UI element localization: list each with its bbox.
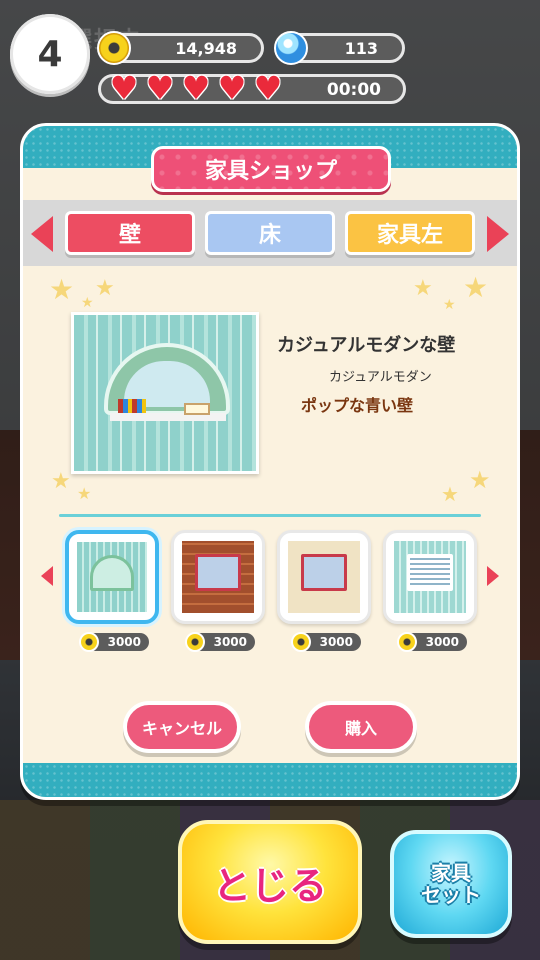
- list-next-arrow-icon[interactable]: [487, 566, 499, 586]
- thumbnail-image: [394, 541, 466, 613]
- item-price: 3000: [397, 632, 467, 652]
- player-level-badge: 4: [10, 14, 90, 94]
- heart-icon: ♥: [217, 69, 247, 107]
- divider: [59, 514, 481, 517]
- window-icon: [406, 553, 454, 592]
- star-icon: ★: [441, 482, 459, 506]
- thumbnail-image: [288, 541, 360, 613]
- furniture-set-label-line1: 家具: [431, 861, 471, 885]
- star-icon: ★: [413, 276, 433, 301]
- star-icon: ★: [463, 271, 489, 304]
- item-price: 3000: [79, 632, 149, 652]
- item-thumbnail-casual-modern-wall[interactable]: [65, 530, 159, 624]
- furniture-set-button[interactable]: 家具 セット: [390, 830, 512, 938]
- heart-icon: ♥: [109, 69, 139, 107]
- star-icon: ★: [77, 484, 92, 503]
- tab-furniture-left[interactable]: 家具左: [345, 211, 475, 255]
- window-icon: [300, 553, 348, 592]
- heart-icon: ♥: [181, 69, 211, 107]
- coin-icon: [291, 632, 311, 652]
- cancel-button[interactable]: キャンセル: [123, 701, 241, 753]
- coin-counter: 14,948: [97, 31, 264, 65]
- tab-next-arrow-icon[interactable]: [487, 216, 509, 252]
- star-icon: ★: [469, 466, 491, 494]
- star-icon: ★: [95, 276, 115, 301]
- furniture-set-label-line2: セット: [421, 883, 481, 907]
- thumbnail-image: [77, 542, 147, 612]
- coin-amount: 14,948: [175, 38, 237, 58]
- star-icon: ★: [49, 273, 75, 306]
- gem-icon: [274, 31, 308, 65]
- tab-wall[interactable]: 壁: [65, 211, 195, 255]
- star-icon: ★: [51, 469, 71, 494]
- item-thumbnail-mint-wall[interactable]: [383, 530, 477, 624]
- heart-icon: ♥: [145, 69, 175, 107]
- item-preview-image: [71, 312, 259, 474]
- heart-icon: ♥: [253, 69, 283, 107]
- item-series: カジュアルモダン: [329, 370, 432, 385]
- lives-timer: 00:00: [326, 80, 381, 100]
- shop-title: 家具ショップ: [151, 146, 391, 192]
- item-thumbnail-brick-wall[interactable]: [171, 530, 265, 624]
- tab-prev-arrow-icon[interactable]: [31, 216, 53, 252]
- thumbnail-image: [182, 541, 254, 613]
- item-description: ポップな青い壁: [301, 396, 414, 415]
- coin-icon: [97, 31, 131, 65]
- close-button[interactable]: とじる: [178, 820, 362, 944]
- star-icon: ★: [81, 295, 94, 311]
- item-price: 3000: [291, 632, 361, 652]
- gem-amount: 113: [344, 38, 378, 58]
- books-decoration: [118, 399, 146, 413]
- window-icon: [194, 553, 242, 592]
- item-thumbnail-beige-wall[interactable]: [277, 530, 371, 624]
- furniture-shop-dialog: 家具ショップ 壁 床 家具左 ★ ★ ★ ★ ★ ★ ★ ★ ★ ★ カジュアル…: [20, 123, 520, 800]
- gem-counter: 113: [274, 31, 405, 65]
- coin-icon: [397, 632, 417, 652]
- coin-icon: [79, 632, 99, 652]
- category-tab-bar: 壁 床 家具左: [23, 200, 517, 266]
- item-name: カジュアルモダンな壁: [277, 335, 456, 356]
- tab-floor[interactable]: 床: [205, 211, 335, 255]
- item-price: 3000: [185, 632, 255, 652]
- coin-icon: [185, 632, 205, 652]
- panel-footer-band: [23, 763, 517, 797]
- lives-bar: ♥ ♥ ♥ ♥ ♥ 00:00: [98, 69, 406, 107]
- star-icon: ★: [443, 297, 456, 313]
- buy-button[interactable]: 購入: [305, 701, 417, 753]
- photo-frame-decoration: [184, 403, 210, 415]
- list-prev-arrow-icon[interactable]: [41, 566, 53, 586]
- window-icon: [89, 554, 135, 591]
